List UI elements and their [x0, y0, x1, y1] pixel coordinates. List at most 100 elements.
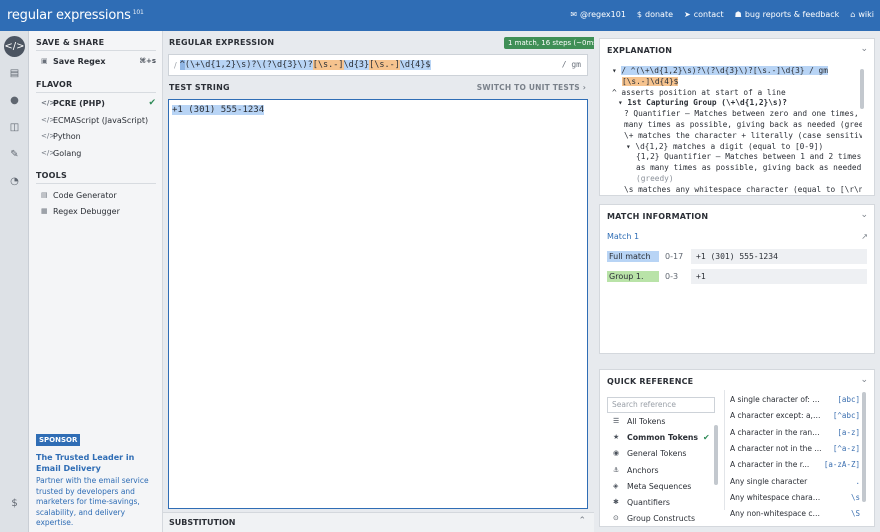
save-shortcut: ⌘+s	[139, 57, 156, 65]
match-range: 0-3	[665, 272, 679, 281]
chevron-up-icon[interactable]: ⌃	[578, 516, 586, 526]
library-icon: ⌂	[850, 10, 856, 19]
category-common-tokens[interactable]: ★ Common Tokens ✔	[613, 430, 710, 444]
explanation-tree: ▾ / ^(\+\d{1,2}\s)?\(?\d{3}\)?[\s.-]\d{3…	[612, 66, 862, 196]
flavor-label: ECMAScript (JavaScript)	[53, 115, 149, 125]
header-link-label: contact	[693, 10, 724, 19]
explanation-regex-cont: [\s.-]\d{4}$	[622, 76, 679, 86]
category-scrollbar[interactable]	[714, 425, 718, 485]
flavor-golang[interactable]: </> Golang	[41, 146, 156, 160]
reference-item[interactable]: Any whitespace character \s	[730, 490, 860, 504]
regex-token-group: (\+\d{1,2}\s)	[184, 60, 252, 70]
editor-icon[interactable]: </>	[4, 36, 25, 57]
header-link-regex101[interactable]: ✉ @regex101	[570, 10, 626, 19]
explanation-regex-line: ▾ / ^(\+\d{1,2}\s)?\(?\d{3}\)?[\s.-]\d{3…	[612, 66, 828, 75]
code-icon: </>	[41, 99, 56, 107]
reference-item[interactable]: A character not in the ... [^a-z]	[730, 441, 860, 455]
reference-item[interactable]: A character in the r... [a-zA-Z]	[730, 457, 860, 471]
reference-item[interactable]: Any non-whitespace charac... \S	[730, 506, 860, 520]
header-link-contact[interactable]: ➤ contact	[684, 10, 724, 19]
category-meta-sequences[interactable]: ◈ Meta Sequences	[613, 479, 691, 493]
explanation-line: \+ matches the character + literally (ca…	[624, 130, 862, 140]
header-links: ✉ @regex101 $ donate ➤ contact ☗ bug reports…	[570, 10, 874, 19]
tool-regex-debugger[interactable]: ▦ Regex Debugger	[41, 204, 156, 218]
match-key: Group 1.	[607, 271, 659, 282]
test-string-input[interactable]: +1 (301) 555-1234	[168, 99, 588, 509]
quiz-icon[interactable]: ◫	[4, 117, 25, 138]
side-panel: SAVE & SHARE ▣ Save Regex ⌘+s FLAVOR </>…	[29, 31, 163, 532]
reference-item[interactable]: A single character of: a, ... [abc]	[730, 392, 860, 406]
match-range: 0-17	[665, 252, 684, 261]
category-label: General Tokens	[627, 448, 687, 458]
category-group-constructs[interactable]: ⊙ Group Constructs	[613, 511, 695, 525]
logo-version: 101	[132, 8, 144, 16]
category-label: Anchors	[627, 465, 659, 475]
chat-icon[interactable]: ◔	[4, 171, 25, 192]
star-icon: ★	[613, 433, 620, 441]
flavor-label: Python	[53, 131, 81, 141]
category-anchors[interactable]: ⚓ Anchors	[613, 463, 659, 477]
chevron-down-icon[interactable]: ⌄	[860, 210, 868, 220]
match-value: +1	[691, 269, 867, 284]
switch-unit-tests-link[interactable]: SWITCH TO UNIT TESTS ›	[477, 83, 586, 92]
reference-desc: Any whitespace character	[730, 492, 822, 502]
regex-token-separator: [\s.-]	[312, 60, 344, 70]
flavor-python[interactable]: </> Python	[41, 129, 156, 143]
reference-item[interactable]: Any single character.	[730, 474, 860, 488]
test-string-label: TEST STRING	[169, 83, 230, 92]
tool-code-generator[interactable]: ▤ Code Generator	[41, 188, 156, 202]
header-link-bug-reports[interactable]: ☗ bug reports & feedback	[735, 10, 840, 19]
dollar-icon[interactable]: $	[4, 493, 25, 514]
top-header: regular expressions 101 ✉ @regex101 $ donat…	[0, 0, 880, 31]
sponsor-badge: SPONSOR	[36, 434, 81, 446]
library-icon[interactable]: ▤	[4, 63, 25, 84]
info-column: EXPLANATION ⌄ ▾ / ^(\+\d{1,2}\s)?\(?\d{3…	[594, 31, 880, 532]
header-link-label: @regex101	[580, 10, 626, 19]
header-link-label: bug reports & feedback	[744, 10, 840, 19]
category-label: Meta Sequences	[627, 481, 692, 491]
save-regex-button[interactable]: ▣ Save Regex ⌘+s	[41, 54, 156, 68]
dollar-icon: $	[636, 10, 643, 19]
reference-scrollbar[interactable]	[862, 392, 866, 502]
explanation-line: many times as possible, giving back as n…	[624, 119, 862, 129]
site-logo[interactable]: regular expressions 101	[7, 8, 144, 23]
send-icon: ➤	[684, 10, 691, 19]
regex-text: ^(\+\d{1,2}\s)?\(?\d{3}\)?[\s.-]\d{3}[\s…	[179, 60, 431, 70]
reference-desc: A character not in the ...	[730, 443, 822, 453]
reference-token: \s	[850, 492, 860, 502]
category-label: Group Constructs	[627, 513, 696, 523]
explanation-regex: / ^(\+\d{1,2}\s)?\(?\d{3}\)?[\s.-]\d{3} …	[621, 66, 828, 75]
header-link-wiki[interactable]: ⌂ wiki	[850, 10, 874, 19]
regex-delimiter: /	[174, 60, 177, 70]
category-general-tokens[interactable]: ◉ General Tokens	[613, 446, 686, 460]
divider	[36, 50, 156, 51]
explanation-text: \d{1,2} matches a digit (equal to [0-9])	[635, 141, 824, 151]
explanation-scrollbar[interactable]	[860, 69, 864, 109]
account-icon[interactable]: ●	[4, 90, 25, 111]
flavor-ecmascript[interactable]: </> ECMAScript (JavaScript)	[41, 113, 156, 127]
flavor-pcre[interactable]: </> PCRE (PHP) ✔	[41, 96, 156, 110]
substitution-bar[interactable]: SUBSTITUTION ⌃	[163, 512, 594, 532]
regex-flags[interactable]: / gm	[562, 60, 581, 69]
chevron-down-icon[interactable]: ⌄	[860, 44, 868, 54]
twitter-icon: ✉	[570, 10, 578, 19]
regex-input[interactable]: / ^(\+\d{1,2}\s)?\(?\d{3}\)?[\s.-]\d{3}[…	[168, 54, 588, 76]
editor-column: REGULAR EXPRESSION 1 match, 16 steps (~0…	[163, 31, 604, 532]
reference-item[interactable]: A character in the rang... [a-z]	[730, 425, 860, 439]
settings-icon[interactable]: ✎	[4, 144, 25, 165]
chevron-down-icon[interactable]: ⌄	[860, 375, 868, 385]
reference-token: [^a-z]	[832, 443, 860, 453]
sponsor-title[interactable]: The Trusted Leader in Email Delivery	[36, 452, 156, 474]
explanation-text: 1st Capturing Group (\+\d{1,2}\s)?	[627, 98, 787, 108]
header-link-donate[interactable]: $ donate	[637, 10, 673, 19]
share-icon[interactable]: ↗	[861, 232, 868, 241]
check-icon: ✔	[703, 432, 710, 442]
explanation-regex-line: [\s.-]\d{4}$	[612, 76, 862, 88]
document-icon: ▤	[41, 191, 48, 199]
category-quantifiers[interactable]: ✱ Quantifiers	[613, 495, 670, 509]
reference-item[interactable]: A character except: a, ... [^abc]	[730, 408, 860, 422]
reference-search-input[interactable]: Search reference	[607, 397, 715, 413]
circle-icon: ◉	[613, 449, 620, 457]
category-all-tokens[interactable]: ☰ All Tokens	[613, 414, 665, 428]
sponsor-body[interactable]: Partner with the email service trusted b…	[36, 476, 158, 529]
